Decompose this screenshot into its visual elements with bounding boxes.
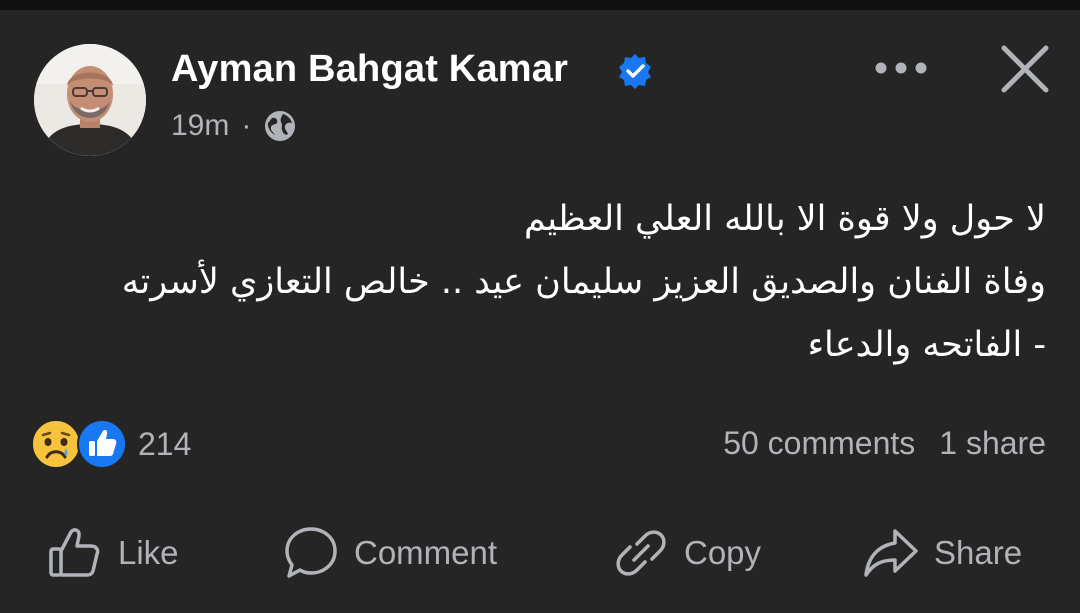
reaction-count: 214 [138, 425, 192, 462]
author-name[interactable]: Ayman Bahgat Kamar [171, 48, 568, 91]
comment-button-label: Comment [354, 534, 498, 571]
sad-reaction-icon [31, 419, 81, 469]
copy-button-label: Copy [684, 534, 762, 571]
post-body: لا حول ولا قوة الا بالله العلي العظيم وف… [36, 188, 1046, 377]
status-bar-strip [0, 0, 1080, 10]
post-meta: 19m · [171, 109, 297, 143]
share-button-label: Share [934, 534, 1023, 571]
verified-badge-icon [619, 54, 651, 89]
shares-count-link[interactable]: 1 share [939, 425, 1046, 462]
comment-button[interactable]: Comment [282, 520, 497, 586]
link-icon [616, 530, 666, 576]
more-options-button[interactable] [868, 48, 934, 88]
post-text-line: لا حول ولا قوة الا بالله العلي العظيم [524, 199, 1046, 239]
globe-icon [265, 111, 296, 141]
thumbs-up-icon [49, 528, 100, 577]
meta-separator: · [241, 109, 252, 142]
post-timestamp[interactable]: 19m [171, 109, 229, 143]
copy-link-button[interactable]: Copy [612, 520, 761, 586]
like-button[interactable]: Like [46, 520, 179, 586]
author-avatar[interactable] [34, 44, 146, 156]
post-action-bar: Like Comment Copy Share [0, 520, 1080, 586]
reactions-summary[interactable]: 214 [30, 418, 191, 470]
engagement-stats: 50 comments 1 share [723, 425, 1046, 462]
share-arrow-icon [864, 529, 918, 577]
post-text-line: وفاة الفنان والصديق العزيز سليمان عيد ..… [121, 262, 1046, 302]
comments-count-link[interactable]: 50 comments [723, 425, 915, 462]
share-button[interactable]: Share [862, 520, 1022, 586]
post-text-line: - الفاتحه والدعاء [807, 325, 1046, 365]
like-reaction-icon [77, 419, 127, 469]
comment-icon [285, 527, 337, 578]
more-horizontal-icon [875, 62, 927, 74]
close-icon[interactable] [996, 40, 1054, 98]
like-button-label: Like [118, 534, 179, 571]
